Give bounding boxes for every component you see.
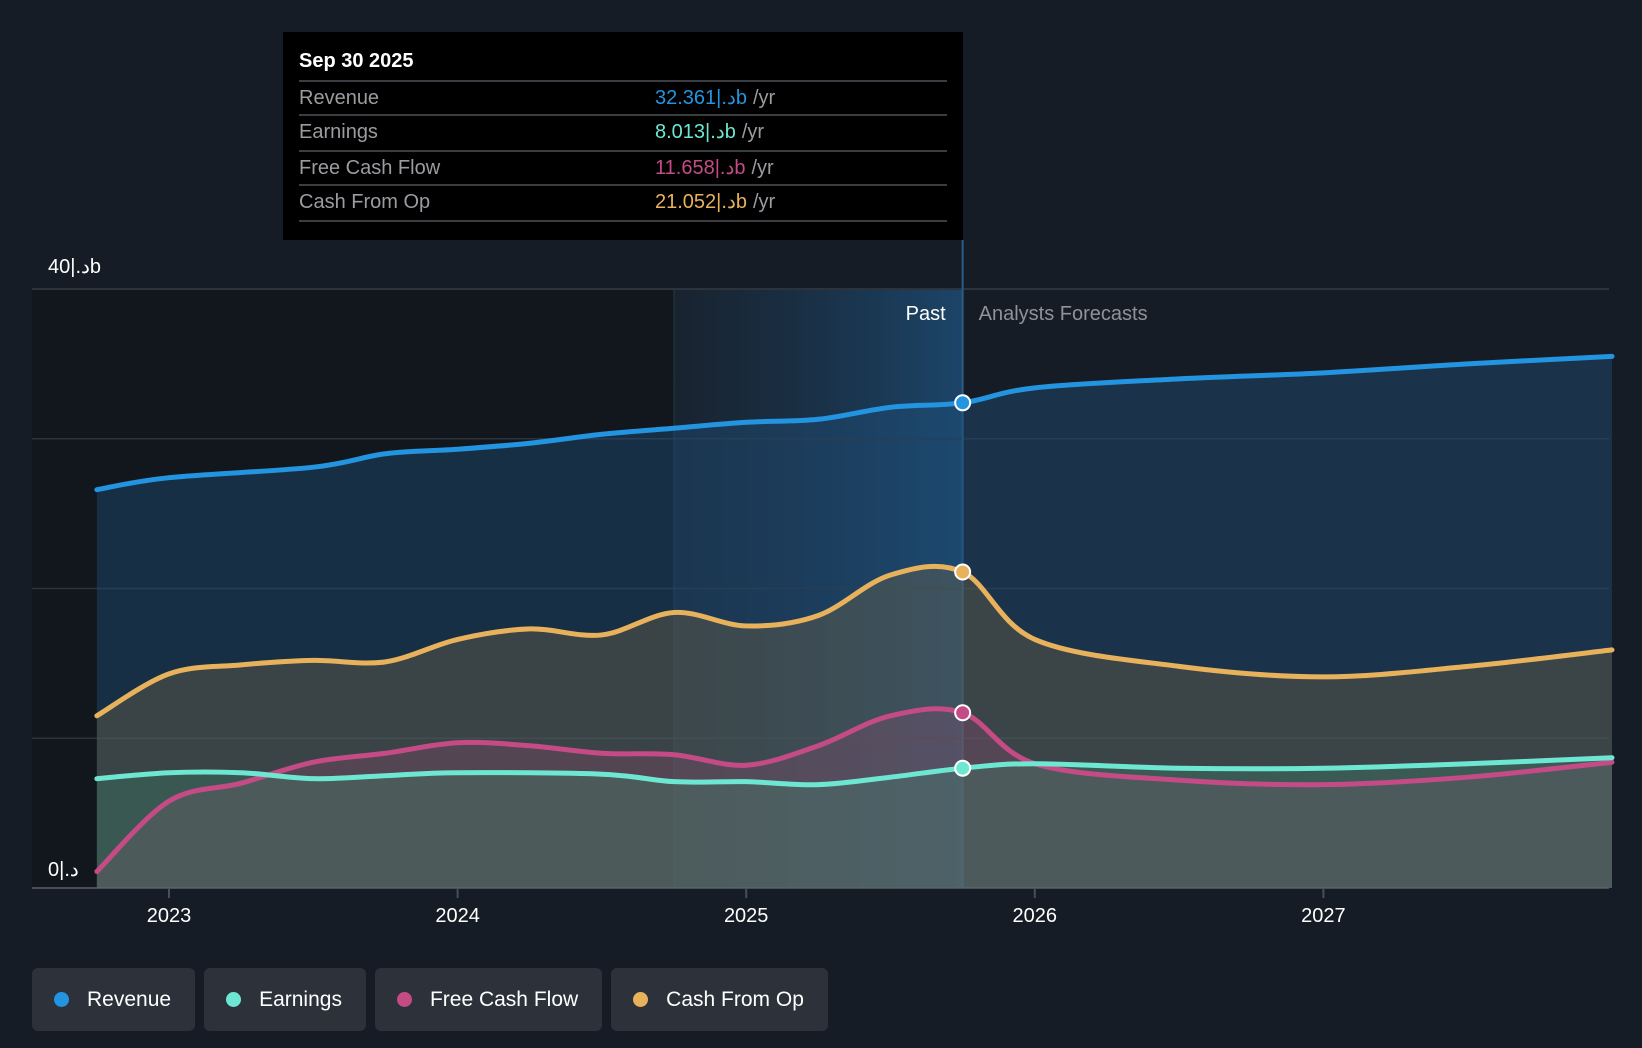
tooltip-unit: /yr [753,191,775,213]
legend-label: Earnings [259,988,342,1012]
x-tick-label: 2027 [1301,905,1346,927]
point-free-cash-flow [955,705,970,720]
tooltip-row-fcf: Free Cash Flow 11.658|.دb/yr [299,150,947,186]
y-tick-label: 0|.د [48,859,79,881]
tooltip: Sep 30 2025 Revenue 32.361|.دb/yr Earnin… [283,32,963,240]
legend-free-cash-flow[interactable]: Free Cash Flow [375,968,602,1031]
tooltip-label: Revenue [299,82,379,114]
tooltip-label: Cash From Op [299,186,430,218]
legend-label: Free Cash Flow [430,988,578,1012]
tooltip-row-revenue: Revenue 32.361|.دb/yr [299,80,947,116]
tooltip-row-cfo: Cash From Op 21.052|.دb/yr [299,184,947,220]
x-tick-label: 2025 [724,905,769,927]
x-tick-label: 2024 [435,905,480,927]
tooltip-label: Free Cash Flow [299,152,440,184]
x-tick-label: 2023 [147,905,192,927]
tooltip-row-earnings: Earnings 8.013|.دb/yr [299,114,947,150]
tooltip-unit: /yr [751,157,773,179]
earnings-dot-icon [226,992,241,1007]
legend-earnings[interactable]: Earnings [204,968,366,1031]
x-tick-label: 2026 [1013,905,1058,927]
tooltip-value: 32.361|.دb [655,87,747,109]
tooltip-unit: /yr [753,87,775,109]
y-tick-label: 40|.دb [48,256,101,278]
past-label: Past [906,303,946,325]
point-revenue [955,395,970,410]
tooltip-date: Sep 30 2025 [299,50,414,73]
tooltip-unit: /yr [742,121,764,143]
fcf-dot-icon [397,992,412,1007]
legend-label: Cash From Op [666,988,804,1012]
revenue-dot-icon [54,992,69,1007]
tooltip-value: 21.052|.دb [655,191,747,213]
tooltip-value: 8.013|.دb [655,121,736,143]
point-earnings [955,761,970,776]
tooltip-label: Earnings [299,116,378,148]
forecast-label: Analysts Forecasts [979,303,1148,325]
tooltip-value: 11.658|.دb [655,157,745,179]
legend: Revenue Earnings Free Cash Flow Cash Fro… [32,968,828,1031]
legend-revenue[interactable]: Revenue [32,968,195,1031]
tooltip-divider [299,220,947,222]
point-cash-from-op [955,565,970,580]
cfo-dot-icon [633,992,648,1007]
legend-label: Revenue [87,988,171,1012]
legend-cash-from-op[interactable]: Cash From Op [611,968,828,1031]
